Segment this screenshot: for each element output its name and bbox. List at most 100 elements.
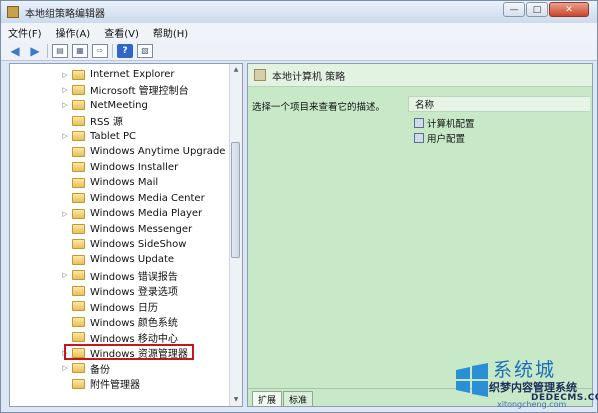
tree-pane[interactable]: ▷ Internet Explorer ▷ Microsoft 管理控制台 ▷ NetMe… [9,63,243,407]
show-hide-tree-icon[interactable]: ▤ [52,43,68,58]
tree-item-label: Windows 日历 [90,302,158,314]
folder-icon [72,239,85,250]
tree-item[interactable]: ▷ Internet Explorer [10,67,175,82]
tree-item-label: RSS 源 [90,117,123,129]
show-action-pane-icon[interactable]: ▧ [137,43,153,58]
title-bar[interactable]: 本地组策略编辑器 — □ ✕ [1,1,597,23]
folder-icon [72,254,85,265]
tree-item[interactable]: Windows Update [10,252,174,267]
list-item-computer-config[interactable]: 计算机配置 [414,116,475,130]
folder-icon [72,100,85,111]
computer-config-icon [414,118,424,128]
menu-action[interactable]: 操作(A) [49,25,98,40]
folder-icon [72,224,85,234]
tree-item[interactable]: Windows SideShow [10,237,186,252]
tree-item[interactable]: RSS 源 [10,113,123,128]
list-item-user-config[interactable]: 用户配置 [414,131,465,145]
tree-item-label: Tablet PC [90,130,136,142]
folder-icon [72,363,85,374]
tree-scrollbar[interactable]: ▲ ▼ [229,64,242,406]
scroll-thumb[interactable] [231,142,240,258]
expand-arrow-icon[interactable]: ▷ [60,71,70,79]
tree-item[interactable]: ▷ Windows Media Player [10,206,202,221]
folder-icon [72,193,85,204]
folder-icon [72,316,85,327]
tab-extended[interactable]: 扩展 [252,391,283,406]
toolbar-separator [47,43,48,58]
tree-item[interactable]: Windows Installer [10,160,178,175]
folder-icon [72,177,85,188]
tree-item-label: 附件管理器 [90,380,140,391]
app-icon [7,6,19,18]
column-header-name[interactable]: 名称 [408,96,590,112]
watermark-site: 系统城 [493,359,557,381]
tree-item-label: Internet Explorer [90,69,175,80]
tree-item-label: Windows Mail [90,177,159,189]
folder-icon [72,84,85,95]
window-controls: — □ ✕ [503,2,589,17]
folder-icon [72,270,85,281]
folder-icon [72,301,85,312]
export-list-icon[interactable]: ⇨ [92,43,108,58]
tree-item-label: Windows 登录选项 [90,287,178,299]
minimize-button[interactable]: — [503,2,525,17]
folder-icon [72,131,85,142]
expand-arrow-icon[interactable]: ▷ [60,101,70,109]
tree-item-label: Windows Media Player [90,208,203,220]
expand-arrow-icon[interactable]: ▷ [60,271,70,279]
tree-item[interactable]: Windows 颜色系统 [10,314,178,329]
maximize-button[interactable]: □ [526,2,548,17]
tree-item-label: Windows Messenger [90,223,193,235]
tree-item[interactable]: Windows 登录选项 [10,283,178,298]
tree-item[interactable]: Windows Anytime Upgrade [10,144,225,159]
close-button[interactable]: ✕ [549,2,589,17]
tree-item-label: Windows 错误报告 [90,271,178,283]
tree-item-label: Windows SideShow [90,238,187,250]
folder-icon [72,378,85,389]
tree-item[interactable]: ▷ Windows 错误报告 [10,268,178,283]
user-config-icon [414,133,424,143]
gpedit-window: 本地组策略编辑器 — □ ✕ 文件(F) 操作(A) 查看(V) 帮助(H) ◀… [0,0,598,413]
tree-item[interactable]: ▷ Microsoft 管理控制台 [10,82,189,97]
forward-arrow-icon[interactable]: ▶ [27,44,43,58]
policy-icon [254,69,266,81]
help-icon[interactable]: ? [117,43,133,58]
folder-icon [72,162,85,173]
expand-arrow-icon[interactable]: ▷ [60,86,70,94]
menu-view[interactable]: 查看(V) [97,25,146,40]
tree-item-label: Microsoft 管理控制台 [90,86,189,98]
tree-item[interactable]: Windows Mail [10,175,158,190]
toolbar: ◀ ▶ ▤ ▦ ⇨ ? ▧ [1,41,597,61]
tree-item[interactable]: Windows Media Center [10,191,205,206]
menu-file[interactable]: 文件(F) [1,25,49,40]
tab-standard[interactable]: 标准 [283,391,314,406]
tree-item[interactable]: Windows 日历 [10,299,158,314]
scroll-up-icon[interactable]: ▲ [230,64,242,76]
expand-arrow-icon[interactable]: ▷ [60,364,70,372]
tree-item-label: Windows Media Center [90,192,205,204]
tree-item[interactable]: ▷ Tablet PC [10,129,136,144]
tree-item[interactable]: Windows 移动中心 [10,330,178,345]
folder-icon [72,115,85,126]
back-arrow-icon[interactable]: ◀ [7,44,23,58]
column-header-label: 名称 [415,100,435,111]
expand-arrow-icon[interactable]: ▷ [60,132,70,140]
properties-icon[interactable]: ▦ [72,43,88,58]
menu-help[interactable]: 帮助(H) [146,25,195,40]
menu-bar: 文件(F) 操作(A) 查看(V) 帮助(H) [1,23,597,42]
folder-icon [72,208,85,219]
expand-arrow-icon[interactable]: ▷ [60,210,70,218]
tree-item-label: Windows Anytime Upgrade [90,146,226,158]
folder-icon [72,146,85,157]
tree-item[interactable]: ▷ 备份 [10,361,110,376]
tree-item-label: 备份 [90,364,110,376]
tree-item[interactable]: 附件管理器 [10,376,140,391]
detail-header: 本地计算机 策略 [248,64,592,87]
tree-item-label: Windows 颜色系统 [90,318,178,330]
tree-item-label: Windows 移动中心 [90,333,178,345]
tree-item[interactable]: Windows Messenger [10,222,192,237]
tree-item[interactable]: ▷ NetMeeting [10,98,148,113]
folder-icon [72,285,85,296]
watermark-url: xitongcheng.com [497,400,567,409]
scroll-down-icon[interactable]: ▼ [230,394,242,406]
